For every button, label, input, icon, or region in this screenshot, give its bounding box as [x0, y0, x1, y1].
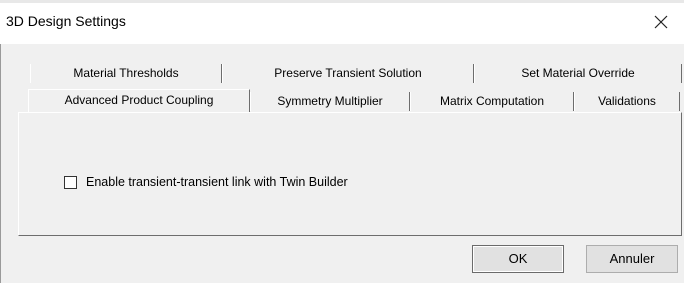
tab-preserve-transient-solution[interactable]: Preserve Transient Solution: [222, 64, 474, 83]
tab-set-material-override[interactable]: Set Material Override: [474, 64, 682, 83]
tab-advanced-product-coupling[interactable]: Advanced Product Coupling: [28, 89, 250, 112]
twin-builder-link-option[interactable]: Enable transient-transient link with Twi…: [64, 174, 348, 190]
tab-material-thresholds[interactable]: Material Thresholds: [30, 64, 222, 83]
title-bar-edge: [0, 0, 684, 3]
close-icon: [654, 15, 668, 29]
window-title: 3D Design Settings: [6, 13, 126, 29]
cancel-button[interactable]: Annuler: [586, 245, 678, 273]
twin-builder-link-checkbox[interactable]: [64, 175, 77, 189]
close-button[interactable]: [638, 0, 684, 44]
tab-matrix-computation[interactable]: Matrix Computation: [410, 92, 574, 111]
twin-builder-link-label: Enable transient-transient link with Twi…: [86, 175, 348, 189]
tab-validations[interactable]: Validations: [574, 92, 680, 111]
tab-symmetry-multiplier[interactable]: Symmetry Multiplier: [250, 92, 410, 111]
ok-button[interactable]: OK: [472, 245, 564, 273]
title-bar: 3D Design Settings: [0, 0, 684, 44]
